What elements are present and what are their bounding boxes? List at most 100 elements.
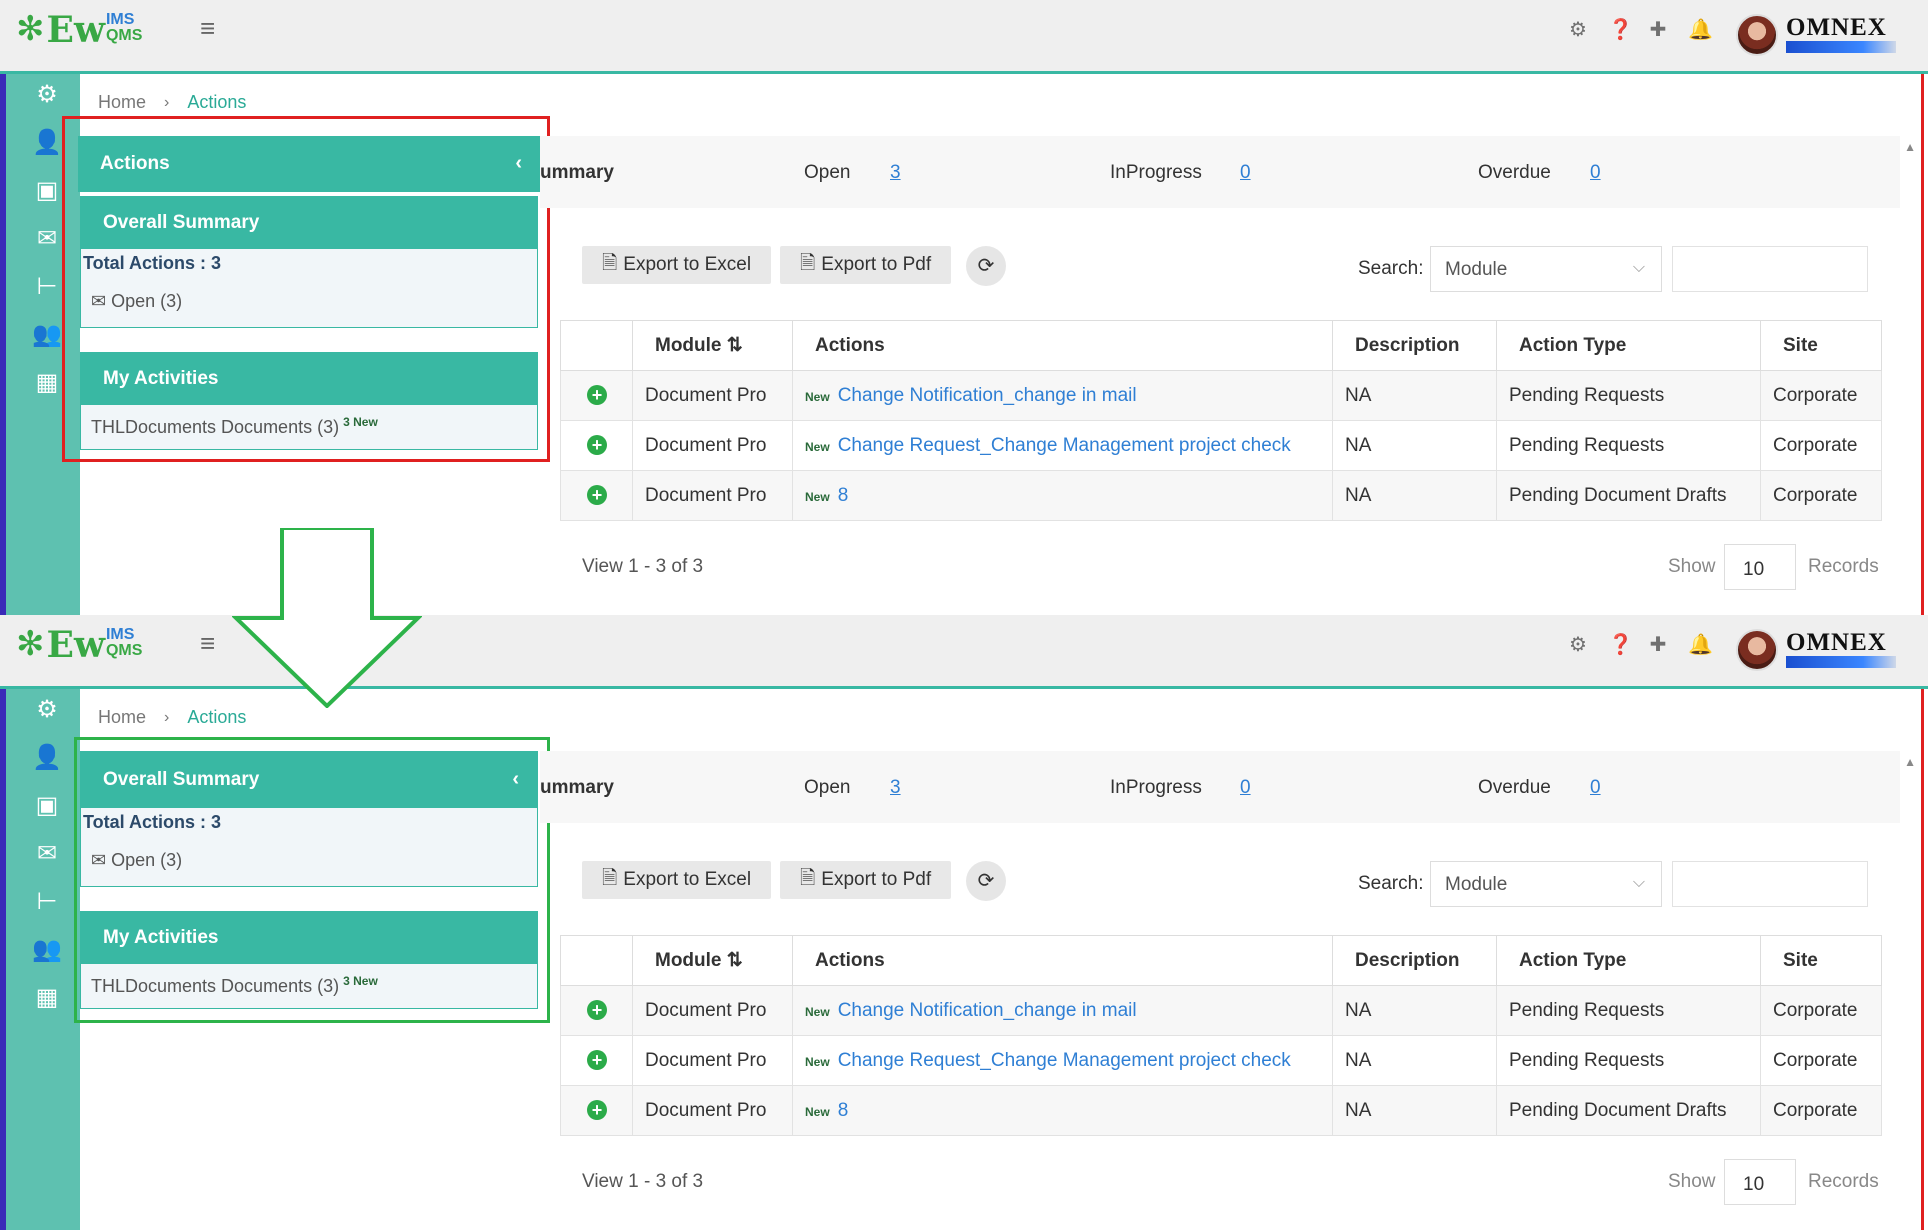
description-cell: NA: [1332, 985, 1497, 1036]
nav-building-icon[interactable]: ▦: [32, 368, 62, 398]
add-plus-icon[interactable]: ✚: [1648, 633, 1668, 657]
pdf-file-icon: 🗎: [800, 868, 816, 889]
column-header-action-type[interactable]: Action Type: [1496, 320, 1761, 371]
action-link[interactable]: Change Notification_change in mail: [838, 1000, 1137, 1021]
export-pdf-button[interactable]: 🗎 Export to Pdf: [780, 861, 952, 899]
column-header-actions[interactable]: Actions: [792, 320, 1333, 371]
nav-user-check-icon[interactable]: 👥: [32, 935, 62, 965]
nav-mail-icon[interactable]: ✉: [32, 224, 62, 254]
sort-icon[interactable]: ⇅: [727, 335, 743, 356]
pdf-file-icon: 🗎: [800, 253, 816, 274]
nav-user-icon[interactable]: 👤: [32, 743, 62, 773]
nav-settings-icon[interactable]: ⚙: [32, 695, 62, 725]
scroll-up-icon[interactable]: ▲: [1904, 140, 1916, 154]
column-header-site[interactable]: Site: [1760, 320, 1882, 371]
bell-icon[interactable]: 🔔: [1688, 18, 1713, 42]
action-type-cell: Pending Requests: [1496, 985, 1761, 1036]
search-module-select[interactable]: Module ⌵: [1430, 861, 1662, 907]
inprogress-count-link[interactable]: 0: [1240, 162, 1251, 184]
logo-star-icon: ✻: [16, 10, 45, 48]
breadcrumb-current[interactable]: Actions: [187, 92, 246, 113]
nav-mail-icon[interactable]: ✉: [32, 839, 62, 869]
column-header-module[interactable]: Module ⇅: [632, 320, 793, 371]
nav-building-icon[interactable]: ▦: [32, 983, 62, 1013]
column-header-site[interactable]: Site: [1760, 935, 1882, 986]
refresh-icon[interactable]: ⟳: [966, 861, 1006, 901]
column-header-description[interactable]: Description: [1332, 935, 1497, 986]
expand-plus-icon[interactable]: +: [587, 484, 607, 505]
records-per-page-input[interactable]: 10: [1724, 544, 1796, 590]
nav-presentation-icon[interactable]: ▣: [32, 791, 62, 821]
bell-icon[interactable]: 🔔: [1688, 633, 1713, 657]
nav-user-check-icon[interactable]: 👥: [32, 320, 62, 350]
nav-workflow-icon[interactable]: ⊢: [32, 272, 62, 302]
description-cell: NA: [1332, 1035, 1497, 1086]
column-header-action-type[interactable]: Action Type: [1496, 935, 1761, 986]
nav-settings-icon[interactable]: ⚙: [32, 80, 62, 110]
open-count-link[interactable]: 3: [890, 162, 901, 184]
column-header-module[interactable]: Module ⇅: [632, 935, 793, 986]
breadcrumb-home[interactable]: Home: [98, 92, 146, 113]
action-cell: New 8: [792, 470, 1333, 521]
search-module-select[interactable]: Module ⌵: [1430, 246, 1662, 292]
column-module-label: Module: [655, 335, 722, 356]
action-link[interactable]: Change Request_Change Management project…: [838, 435, 1291, 456]
nav-presentation-icon[interactable]: ▣: [32, 176, 62, 206]
breadcrumb-home[interactable]: Home: [98, 707, 146, 728]
column-header-actions[interactable]: Actions: [792, 935, 1333, 986]
records-per-page-input[interactable]: 10: [1724, 1159, 1796, 1205]
action-link[interactable]: Change Notification_change in mail: [838, 385, 1137, 406]
add-plus-icon[interactable]: ✚: [1648, 18, 1668, 42]
settings-gear-icon[interactable]: ⚙: [1568, 633, 1588, 657]
nav-workflow-icon[interactable]: ⊢: [32, 887, 62, 917]
hamburger-menu-icon[interactable]: ≡: [200, 630, 215, 656]
expand-plus-icon[interactable]: +: [587, 999, 607, 1020]
brand-text: OMNEX: [1786, 629, 1887, 656]
overdue-label: Overdue: [1478, 162, 1551, 183]
expand-plus-icon[interactable]: +: [587, 434, 607, 455]
breadcrumb-current[interactable]: Actions: [187, 707, 246, 728]
search-input[interactable]: [1672, 861, 1868, 907]
export-excel-button[interactable]: 🗎 Export to Excel: [582, 861, 772, 899]
inprogress-count-link[interactable]: 0: [1240, 777, 1251, 799]
brand-bar: [1786, 41, 1896, 53]
export-excel-button[interactable]: 🗎 Export to Excel: [582, 246, 772, 284]
scroll-up-icon[interactable]: ▲: [1904, 755, 1916, 769]
overdue-count-link[interactable]: 0: [1590, 162, 1601, 184]
refresh-icon[interactable]: ⟳: [966, 246, 1006, 286]
action-link[interactable]: 8: [838, 485, 849, 506]
expand-plus-icon[interactable]: +: [587, 384, 607, 405]
new-tag: New: [805, 389, 830, 404]
user-avatar[interactable]: [1736, 14, 1778, 56]
actions-table: Module ⇅ Actions Description Action Type…: [560, 320, 1882, 521]
excel-file-icon: 🗎: [602, 253, 618, 274]
down-arrow-annotation: [232, 528, 422, 708]
expand-plus-icon[interactable]: +: [587, 1049, 607, 1070]
site-cell: Corporate: [1760, 985, 1882, 1036]
logo-star-icon: ✻: [16, 625, 45, 663]
action-link[interactable]: 8: [838, 1100, 849, 1121]
table-row: + Document Pro New Change Notification_ch…: [560, 370, 1882, 421]
inprogress-label: InProgress: [1110, 162, 1202, 183]
sort-icon[interactable]: ⇅: [727, 950, 743, 971]
search-input[interactable]: [1672, 246, 1868, 292]
export-pdf-button[interactable]: 🗎 Export to Pdf: [780, 246, 952, 284]
export-excel-label: Export to Excel: [623, 254, 752, 275]
nav-user-icon[interactable]: 👤: [32, 128, 62, 158]
user-avatar[interactable]: [1736, 629, 1778, 671]
expand-plus-icon[interactable]: +: [587, 1099, 607, 1120]
hamburger-menu-icon[interactable]: ≡: [200, 15, 215, 41]
breadcrumb-chevron-icon: ›: [164, 708, 170, 726]
module-cell: Document Pro: [632, 470, 793, 521]
settings-gear-icon[interactable]: ⚙: [1568, 18, 1588, 42]
column-header-description[interactable]: Description: [1332, 320, 1497, 371]
app-logo[interactable]: ✻ Ew IMS QMS: [16, 10, 142, 49]
app-logo[interactable]: ✻ Ew IMS QMS: [16, 625, 142, 664]
actions-grid-card: 🗎 Export to Excel 🗎 Export to Pdf ⟳ Search…: [560, 228, 1882, 598]
open-count-link[interactable]: 3: [890, 777, 901, 799]
overdue-count-link[interactable]: 0: [1590, 777, 1601, 799]
help-icon[interactable]: ❓: [1608, 18, 1633, 42]
action-link[interactable]: Change Request_Change Management project…: [838, 1050, 1291, 1071]
help-icon[interactable]: ❓: [1608, 633, 1633, 657]
expand-cell: +: [560, 1085, 633, 1136]
